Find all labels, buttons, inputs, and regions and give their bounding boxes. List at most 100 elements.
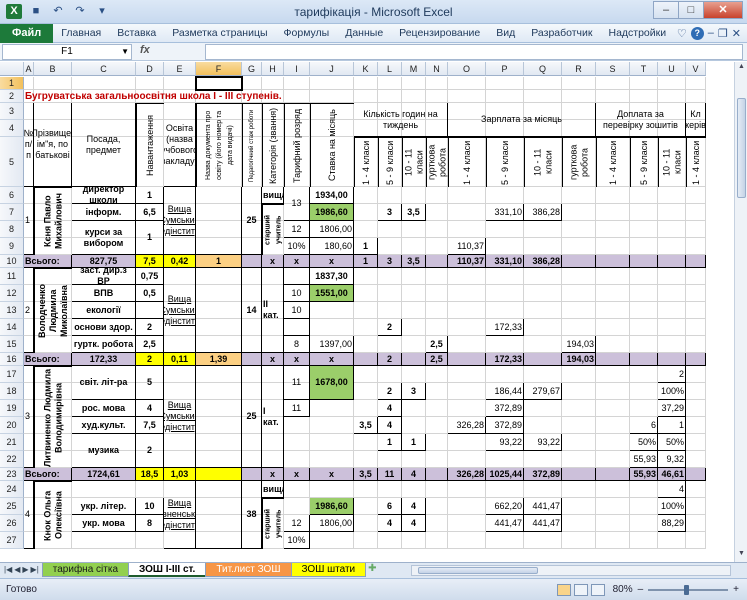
header-rate[interactable]: Ставка на місяць [310,103,354,187]
grid-cell[interactable] [658,204,686,221]
summary-1-s[interactable] [596,255,630,268]
teacher-3-education[interactable]: Вища Сумський педінститут [164,366,196,468]
row-header-9[interactable]: 9 [0,238,24,255]
cell-i27[interactable]: 10% [284,532,310,549]
grid-cell[interactable] [448,285,486,302]
grid-cell[interactable] [136,532,164,549]
grid-cell[interactable] [486,336,524,353]
teacher-3-pos-3[interactable]: худ.культ. [72,417,136,434]
row-header-11[interactable]: 11 [0,268,24,285]
grid-cell[interactable] [448,532,486,549]
column-header-n[interactable]: N [426,62,448,76]
grid-cell[interactable] [524,400,562,417]
summary-2-f[interactable]: 1,39 [196,353,242,366]
column-header-k[interactable]: K [354,62,378,76]
zoom-level[interactable]: 80% [613,584,633,595]
grid-cell[interactable] [402,187,426,204]
grid-cell[interactable] [448,451,486,468]
summary-1-u[interactable] [658,255,686,268]
teacher-4-category-2[interactable]: старший учитель [262,498,284,549]
cell-l21[interactable]: 1 [378,434,402,451]
cell-u20[interactable]: 1 [658,417,686,434]
summary-3-h[interactable]: x [262,468,284,481]
grid-cell[interactable] [426,238,448,255]
header-salary-group[interactable]: Зарплата за місяць [448,103,596,137]
grid-cell[interactable] [686,336,706,353]
cell-p14[interactable]: 172,33 [486,319,524,336]
grid-cell[interactable] [596,204,630,221]
teacher-2-education[interactable]: Вища Сумський педінститут [164,268,196,353]
teacher-2-experience[interactable]: 14 [242,268,262,353]
grid-cell[interactable] [402,221,426,238]
cell-u17[interactable]: 2 [658,366,686,383]
teacher-3-category[interactable]: I кат. [262,366,284,468]
insert-sheet-icon[interactable]: ✚ [368,563,376,574]
header-check-group[interactable]: Доплата за перевірку зошитів [596,103,686,137]
tab-developer[interactable]: Разработчик [523,27,600,39]
grid-cell[interactable] [354,366,378,383]
tab-review[interactable]: Рецензирование [391,27,488,39]
cell-d12[interactable]: 0,5 [136,285,164,302]
grid-cell[interactable] [596,285,630,302]
grid-cell[interactable] [486,187,524,204]
grid-cell[interactable] [448,366,486,383]
grid-cell[interactable] [562,221,596,238]
column-header-g[interactable]: G [242,62,262,76]
grid-cell[interactable] [658,187,686,204]
teacher-4-pos-2[interactable]: укр. мова [72,515,136,532]
grid-cell[interactable] [378,221,402,238]
grid-cell[interactable] [402,532,426,549]
grid-cell[interactable] [562,417,596,434]
grid-cell[interactable] [448,481,486,498]
cell-u22[interactable]: 9,32 [658,451,686,468]
column-header-v[interactable]: V [686,62,706,76]
grid-cell[interactable] [354,434,378,451]
grid-cell[interactable] [164,77,196,90]
grid-cell[interactable] [284,434,310,451]
grid-cell[interactable] [562,90,596,103]
grid-cell[interactable] [448,268,486,285]
summary-3-l[interactable]: 11 [378,468,402,481]
summary-3-p[interactable]: 1025,44 [486,468,524,481]
header-last-group[interactable]: Кл керів [686,103,706,137]
tab-file[interactable]: Файл [0,23,54,43]
grid-cell[interactable] [402,417,426,434]
grid-cell[interactable] [686,481,706,498]
grid-cell[interactable] [426,187,448,204]
grid-cell[interactable] [630,221,658,238]
header-hours-3[interactable]: 10 - 11 класи [402,137,426,187]
grid-cell[interactable] [596,77,630,90]
grid-cell[interactable] [284,77,310,90]
grid-cell[interactable] [596,238,630,255]
cell-j8[interactable]: 1806,00 [310,221,354,238]
row-header-4[interactable]: 4 [0,120,24,137]
summary-2-r[interactable]: 194,03 [562,353,596,366]
grid-cell[interactable] [354,90,378,103]
summary-2-i[interactable]: x [284,353,310,366]
grid-cell[interactable] [686,400,706,417]
maximize-button[interactable]: □ [678,1,704,19]
column-header-q[interactable]: Q [524,62,562,76]
cell-p26[interactable]: 441,47 [486,515,524,532]
grid-cell[interactable] [562,268,596,285]
cell-n15[interactable]: 2,5 [426,336,448,353]
header-hours-2[interactable]: 5 - 9 класи [378,137,402,187]
grid-cell[interactable] [448,498,486,515]
cell-u24[interactable]: 4 [658,481,686,498]
grid-cell[interactable] [486,90,524,103]
summary-3-label[interactable]: Всього: [24,468,72,481]
grid-cell[interactable] [486,481,524,498]
grid-cell[interactable] [402,238,426,255]
formula-input[interactable] [205,44,743,60]
grid-cell[interactable] [562,285,596,302]
row-header-17[interactable]: 17 [0,366,24,383]
grid-cell[interactable] [524,90,562,103]
teacher-2-category[interactable]: II кат. [262,268,284,353]
grid-cell[interactable] [402,268,426,285]
grid-cell[interactable] [354,268,378,285]
cell-d14[interactable]: 2 [136,319,164,336]
column-header-m[interactable]: M [402,62,426,76]
grid-cell[interactable] [426,515,448,532]
cell-l26[interactable]: 4 [378,515,402,532]
grid-cell[interactable] [310,451,354,468]
